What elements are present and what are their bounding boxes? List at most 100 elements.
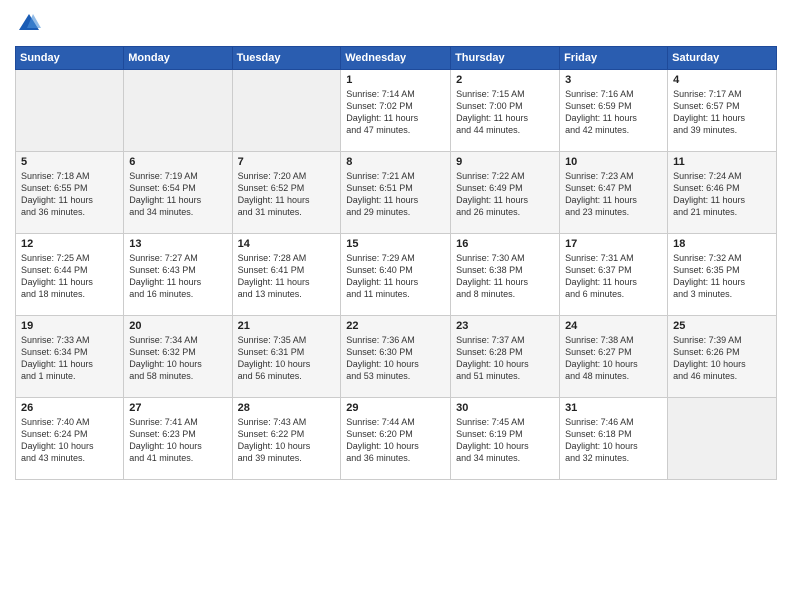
day-info: Sunrise: 7:21 AM Sunset: 6:51 PM Dayligh…	[346, 170, 445, 219]
day-info: Sunrise: 7:34 AM Sunset: 6:32 PM Dayligh…	[129, 334, 226, 383]
day-info: Sunrise: 7:24 AM Sunset: 6:46 PM Dayligh…	[673, 170, 771, 219]
calendar-day-header: Tuesday	[232, 47, 341, 70]
day-number: 20	[129, 320, 226, 332]
day-info: Sunrise: 7:22 AM Sunset: 6:49 PM Dayligh…	[456, 170, 554, 219]
day-number: 28	[238, 402, 336, 414]
calendar-cell: 27 Sunrise: 7:41 AM Sunset: 6:23 PM Dayli…	[124, 398, 232, 480]
calendar-cell: 1 Sunrise: 7:14 AM Sunset: 7:02 PM Daylig…	[341, 70, 451, 152]
calendar-cell	[232, 70, 341, 152]
day-number: 2	[456, 74, 554, 86]
day-number: 30	[456, 402, 554, 414]
day-info: Sunrise: 7:27 AM Sunset: 6:43 PM Dayligh…	[129, 252, 226, 301]
day-number: 10	[565, 156, 662, 168]
calendar-cell: 23 Sunrise: 7:37 AM Sunset: 6:28 PM Dayli…	[451, 316, 560, 398]
day-number: 24	[565, 320, 662, 332]
day-info: Sunrise: 7:32 AM Sunset: 6:35 PM Dayligh…	[673, 252, 771, 301]
day-number: 29	[346, 402, 445, 414]
calendar-cell: 6 Sunrise: 7:19 AM Sunset: 6:54 PM Daylig…	[124, 152, 232, 234]
day-number: 3	[565, 74, 662, 86]
calendar-cell	[124, 70, 232, 152]
calendar-cell: 2 Sunrise: 7:15 AM Sunset: 7:00 PM Daylig…	[451, 70, 560, 152]
calendar-day-header: Wednesday	[341, 47, 451, 70]
calendar-cell: 12 Sunrise: 7:25 AM Sunset: 6:44 PM Dayli…	[16, 234, 124, 316]
day-info: Sunrise: 7:19 AM Sunset: 6:54 PM Dayligh…	[129, 170, 226, 219]
day-info: Sunrise: 7:15 AM Sunset: 7:00 PM Dayligh…	[456, 88, 554, 137]
calendar-cell: 31 Sunrise: 7:46 AM Sunset: 6:18 PM Dayli…	[560, 398, 668, 480]
calendar-cell: 9 Sunrise: 7:22 AM Sunset: 6:49 PM Daylig…	[451, 152, 560, 234]
day-info: Sunrise: 7:33 AM Sunset: 6:34 PM Dayligh…	[21, 334, 118, 383]
logo	[15, 10, 47, 38]
day-info: Sunrise: 7:17 AM Sunset: 6:57 PM Dayligh…	[673, 88, 771, 137]
day-info: Sunrise: 7:20 AM Sunset: 6:52 PM Dayligh…	[238, 170, 336, 219]
header	[15, 10, 777, 38]
day-info: Sunrise: 7:37 AM Sunset: 6:28 PM Dayligh…	[456, 334, 554, 383]
day-number: 6	[129, 156, 226, 168]
calendar-cell: 30 Sunrise: 7:45 AM Sunset: 6:19 PM Dayli…	[451, 398, 560, 480]
day-info: Sunrise: 7:35 AM Sunset: 6:31 PM Dayligh…	[238, 334, 336, 383]
calendar-cell: 19 Sunrise: 7:33 AM Sunset: 6:34 PM Dayli…	[16, 316, 124, 398]
calendar-day-header: Thursday	[451, 47, 560, 70]
day-number: 9	[456, 156, 554, 168]
day-info: Sunrise: 7:29 AM Sunset: 6:40 PM Dayligh…	[346, 252, 445, 301]
day-number: 16	[456, 238, 554, 250]
day-info: Sunrise: 7:43 AM Sunset: 6:22 PM Dayligh…	[238, 416, 336, 465]
day-number: 27	[129, 402, 226, 414]
calendar-cell: 10 Sunrise: 7:23 AM Sunset: 6:47 PM Dayli…	[560, 152, 668, 234]
calendar-cell	[668, 398, 777, 480]
calendar-cell: 5 Sunrise: 7:18 AM Sunset: 6:55 PM Daylig…	[16, 152, 124, 234]
calendar-cell: 16 Sunrise: 7:30 AM Sunset: 6:38 PM Dayli…	[451, 234, 560, 316]
day-number: 14	[238, 238, 336, 250]
day-number: 17	[565, 238, 662, 250]
day-number: 8	[346, 156, 445, 168]
calendar-cell: 4 Sunrise: 7:17 AM Sunset: 6:57 PM Daylig…	[668, 70, 777, 152]
day-info: Sunrise: 7:23 AM Sunset: 6:47 PM Dayligh…	[565, 170, 662, 219]
calendar-cell: 14 Sunrise: 7:28 AM Sunset: 6:41 PM Dayli…	[232, 234, 341, 316]
day-info: Sunrise: 7:45 AM Sunset: 6:19 PM Dayligh…	[456, 416, 554, 465]
calendar-cell: 22Sunrise: 7:36 AM Sunset: 6:30 PM Dayli…	[341, 316, 451, 398]
day-info: Sunrise: 7:46 AM Sunset: 6:18 PM Dayligh…	[565, 416, 662, 465]
day-info: Sunrise: 7:41 AM Sunset: 6:23 PM Dayligh…	[129, 416, 226, 465]
day-number: 19	[21, 320, 118, 332]
calendar-day-header: Sunday	[16, 47, 124, 70]
day-info: Sunrise: 7:44 AM Sunset: 6:20 PM Dayligh…	[346, 416, 445, 465]
calendar-cell: 21 Sunrise: 7:35 AM Sunset: 6:31 PM Dayli…	[232, 316, 341, 398]
day-info: Sunrise: 7:38 AM Sunset: 6:27 PM Dayligh…	[565, 334, 662, 383]
calendar-cell: 18 Sunrise: 7:32 AM Sunset: 6:35 PM Dayli…	[668, 234, 777, 316]
day-info: Sunrise: 7:30 AM Sunset: 6:38 PM Dayligh…	[456, 252, 554, 301]
day-info: Sunrise: 7:28 AM Sunset: 6:41 PM Dayligh…	[238, 252, 336, 301]
calendar-cell: 26 Sunrise: 7:40 AM Sunset: 6:24 PM Dayli…	[16, 398, 124, 480]
calendar-header-row: SundayMondayTuesdayWednesdayThursdayFrid…	[16, 47, 777, 70]
day-number: 15	[346, 238, 445, 250]
calendar-cell: 7Sunrise: 7:20 AM Sunset: 6:52 PM Daylig…	[232, 152, 341, 234]
day-number: 23	[456, 320, 554, 332]
day-number: 26	[21, 402, 118, 414]
day-info: Sunrise: 7:16 AM Sunset: 6:59 PM Dayligh…	[565, 88, 662, 137]
day-info: Sunrise: 7:40 AM Sunset: 6:24 PM Dayligh…	[21, 416, 118, 465]
logo-icon	[15, 10, 43, 38]
day-info: Sunrise: 7:18 AM Sunset: 6:55 PM Dayligh…	[21, 170, 118, 219]
calendar-day-header: Saturday	[668, 47, 777, 70]
day-number: 31	[565, 402, 662, 414]
day-info: Sunrise: 7:14 AM Sunset: 7:02 PM Dayligh…	[346, 88, 445, 137]
day-number: 13	[129, 238, 226, 250]
calendar-cell: 3 Sunrise: 7:16 AM Sunset: 6:59 PM Daylig…	[560, 70, 668, 152]
calendar-cell: 13 Sunrise: 7:27 AM Sunset: 6:43 PM Dayli…	[124, 234, 232, 316]
day-number: 1	[346, 74, 445, 86]
day-info: Sunrise: 7:36 AM Sunset: 6:30 PM Dayligh…	[346, 334, 445, 383]
calendar-week-row: 1 Sunrise: 7:14 AM Sunset: 7:02 PM Daylig…	[16, 70, 777, 152]
calendar-week-row: 12 Sunrise: 7:25 AM Sunset: 6:44 PM Dayli…	[16, 234, 777, 316]
day-number: 11	[673, 156, 771, 168]
day-info: Sunrise: 7:25 AM Sunset: 6:44 PM Dayligh…	[21, 252, 118, 301]
calendar-cell: 11 Sunrise: 7:24 AM Sunset: 6:46 PM Dayli…	[668, 152, 777, 234]
day-number: 21	[238, 320, 336, 332]
day-number: 18	[673, 238, 771, 250]
day-number: 12	[21, 238, 118, 250]
calendar-day-header: Monday	[124, 47, 232, 70]
day-number: 5	[21, 156, 118, 168]
calendar-week-row: 19 Sunrise: 7:33 AM Sunset: 6:34 PM Dayli…	[16, 316, 777, 398]
day-number: 4	[673, 74, 771, 86]
calendar-cell: 17Sunrise: 7:31 AM Sunset: 6:37 PM Dayli…	[560, 234, 668, 316]
calendar-cell	[16, 70, 124, 152]
calendar-day-header: Friday	[560, 47, 668, 70]
calendar-cell: 25Sunrise: 7:39 AM Sunset: 6:26 PM Dayli…	[668, 316, 777, 398]
